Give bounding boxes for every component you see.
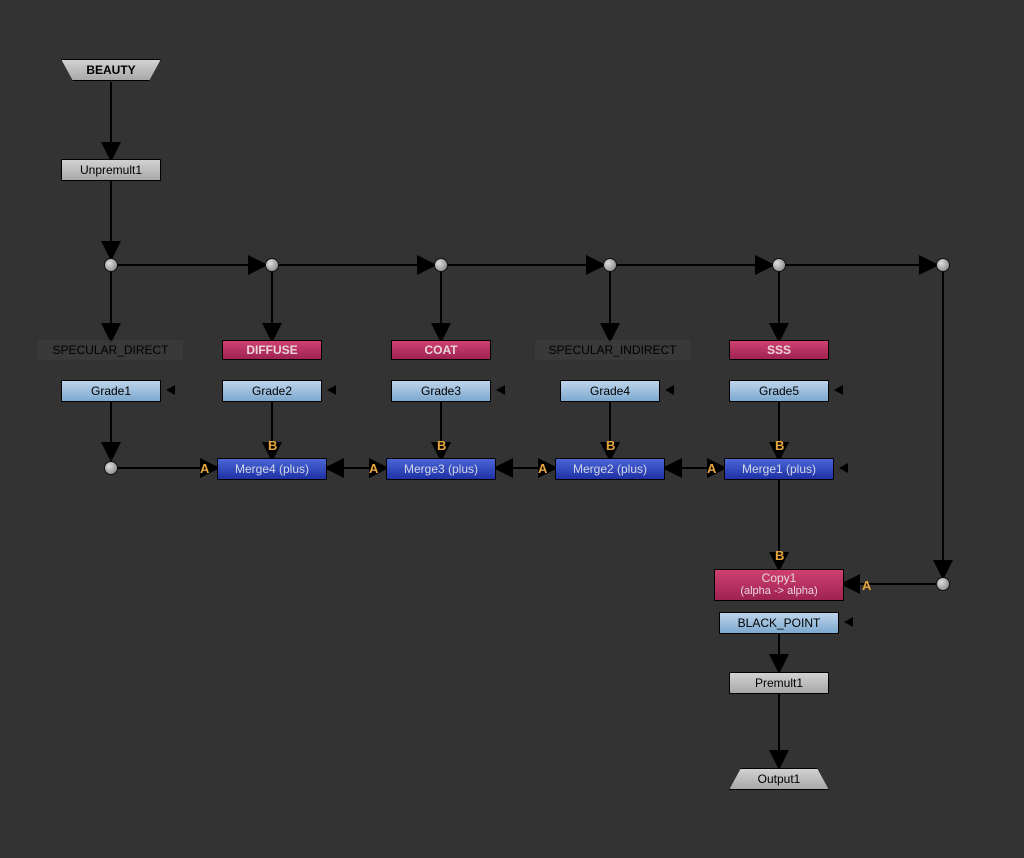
node-indicator-icon (839, 463, 848, 473)
node-indicator-icon (501, 463, 510, 473)
node-indicator-icon (332, 463, 341, 473)
node-shuffle-coat[interactable]: COAT (391, 340, 491, 360)
node-premult1[interactable]: Premult1 (729, 672, 829, 694)
backdrop-label-text: SPECULAR_INDIRECT (548, 343, 676, 357)
node-grade5[interactable]: Grade5 (729, 380, 829, 402)
node-graph-canvas[interactable]: BEAUTY Unpremult1 SPECULAR_DIRECT Grade1… (0, 0, 1024, 858)
port-label-a: A (200, 461, 209, 476)
node-label: Grade2 (252, 384, 292, 398)
node-label: Merge1 (plus) (742, 462, 816, 476)
node-grade4[interactable]: Grade4 (560, 380, 660, 402)
connection-wires (0, 0, 1024, 858)
port-label-b: B (437, 438, 446, 453)
node-label: Grade1 (91, 384, 131, 398)
node-label: Merge3 (plus) (404, 462, 478, 476)
node-output1[interactable]: Output1 (729, 768, 829, 790)
node-label: Grade4 (590, 384, 630, 398)
dot-node-6[interactable] (936, 258, 950, 272)
dot-node-5[interactable] (772, 258, 786, 272)
node-merge3[interactable]: Merge3 (plus) (386, 458, 496, 480)
node-shuffle-sss[interactable]: SSS (729, 340, 829, 360)
node-beauty-read[interactable]: BEAUTY (61, 59, 161, 81)
node-indicator-icon (670, 463, 679, 473)
backdrop-specular-direct[interactable]: SPECULAR_DIRECT (38, 340, 183, 360)
dot-node-grade1-out[interactable] (104, 461, 118, 475)
port-label-a: A (538, 461, 547, 476)
port-label-a: A (369, 461, 378, 476)
node-copy1[interactable]: Copy1 (alpha -> alpha) (714, 569, 844, 601)
node-indicator-icon (665, 385, 674, 395)
node-grade3[interactable]: Grade3 (391, 380, 491, 402)
node-grade2[interactable]: Grade2 (222, 380, 322, 402)
node-label: BEAUTY (86, 63, 135, 77)
port-label-a: A (862, 578, 871, 593)
node-merge4[interactable]: Merge4 (plus) (217, 458, 327, 480)
port-label-b: B (775, 438, 784, 453)
node-label: COAT (424, 343, 457, 357)
node-label: Output1 (758, 772, 801, 786)
node-indicator-icon (844, 617, 853, 627)
backdrop-label-text: SPECULAR_DIRECT (52, 343, 168, 357)
port-label-b: B (775, 548, 784, 563)
node-shuffle-diffuse[interactable]: DIFFUSE (222, 340, 322, 360)
node-unpremult1[interactable]: Unpremult1 (61, 159, 161, 181)
port-label-b: B (606, 438, 615, 453)
port-label-b: B (268, 438, 277, 453)
node-label: DIFFUSE (246, 343, 297, 357)
node-label: Grade5 (759, 384, 799, 398)
dot-node-4[interactable] (603, 258, 617, 272)
node-label: Unpremult1 (80, 163, 142, 177)
dot-node-1[interactable] (104, 258, 118, 272)
node-merge1[interactable]: Merge1 (plus) (724, 458, 834, 480)
node-indicator-icon (166, 385, 175, 395)
dot-node-3[interactable] (434, 258, 448, 272)
node-label: Premult1 (755, 676, 803, 690)
node-label: Merge2 (plus) (573, 462, 647, 476)
node-black-point[interactable]: BLACK_POINT (719, 612, 839, 634)
node-label: BLACK_POINT (738, 616, 821, 630)
node-indicator-icon (834, 385, 843, 395)
node-label: Grade3 (421, 384, 461, 398)
port-label-a: A (707, 461, 716, 476)
backdrop-specular-indirect[interactable]: SPECULAR_INDIRECT (535, 340, 690, 360)
node-grade1[interactable]: Grade1 (61, 380, 161, 402)
dot-node-2[interactable] (265, 258, 279, 272)
node-label-line2: (alpha -> alpha) (715, 585, 843, 597)
node-indicator-icon (327, 385, 336, 395)
node-label: SSS (767, 343, 791, 357)
node-label: Merge4 (plus) (235, 462, 309, 476)
node-label-line1: Copy1 (715, 572, 843, 585)
dot-node-copy-a[interactable] (936, 577, 950, 591)
node-indicator-icon (849, 578, 858, 588)
node-merge2[interactable]: Merge2 (plus) (555, 458, 665, 480)
node-indicator-icon (496, 385, 505, 395)
